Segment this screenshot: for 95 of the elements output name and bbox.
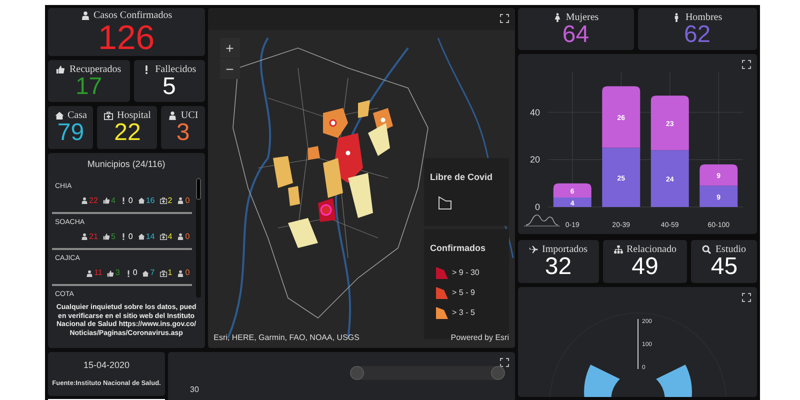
search-icon xyxy=(702,245,712,254)
plane-icon xyxy=(528,245,538,254)
stat-value: 0 xyxy=(128,232,133,241)
stat-value: 7 xyxy=(150,269,155,278)
home-icon xyxy=(138,233,145,240)
zoom-in-button[interactable]: + xyxy=(220,38,240,58)
scrollbar[interactable] xyxy=(196,178,201,298)
stat-value: 4 xyxy=(168,232,172,241)
expand-icon[interactable] xyxy=(500,14,509,23)
stat-value: 11 xyxy=(94,269,102,278)
stat-label: UCI xyxy=(180,110,198,121)
panel-title: Municipios (24/116) xyxy=(87,159,166,169)
person-icon xyxy=(177,233,184,240)
stat-label: Casa xyxy=(68,110,87,121)
legend-title: Libre de Covid xyxy=(430,172,493,182)
map-attribution: Esri, HERE, Garmin, FAO, NOAA, USGS xyxy=(214,332,360,344)
stat-value: 5 xyxy=(110,232,116,241)
female-figure-icon xyxy=(552,12,562,22)
thumbs-up-icon xyxy=(102,197,110,204)
stat-value: 126 xyxy=(98,20,155,54)
district-shape xyxy=(358,100,370,118)
stat-value: 1 xyxy=(168,269,172,278)
report-date: 15-04-2020 xyxy=(83,359,130,372)
stat-value: 21 xyxy=(89,232,98,241)
stat-label: Relacionado xyxy=(626,244,676,255)
district-shape xyxy=(308,146,320,160)
hierarchy-icon xyxy=(614,245,622,254)
stat-value: 45 xyxy=(710,255,738,279)
medical-kit-icon xyxy=(160,233,167,240)
axis-tick-label: 40 xyxy=(530,107,540,118)
stat-value: 17 xyxy=(75,74,102,98)
stat-label: Recuperados xyxy=(69,64,122,74)
legend-label: > 9 - 30 xyxy=(452,267,480,279)
home-icon xyxy=(138,197,145,204)
stat-label: Casos Confirmados xyxy=(94,10,172,20)
stat-label: Estudio xyxy=(715,244,746,255)
person-icon xyxy=(177,270,184,277)
district-shape xyxy=(368,123,390,156)
stat-value: 0 xyxy=(128,196,133,205)
home-icon xyxy=(142,270,150,277)
stat-value: 32 xyxy=(544,255,572,279)
person-icon xyxy=(80,10,90,20)
stat-value: 4 xyxy=(110,196,116,205)
stat-value: 14 xyxy=(146,232,155,241)
stat-value: 49 xyxy=(632,255,658,279)
stat-value: 3 xyxy=(115,269,120,278)
medical-kit-icon xyxy=(104,111,113,120)
stat-value: 0 xyxy=(185,269,190,278)
person-icon xyxy=(81,197,88,204)
case-marker xyxy=(328,119,336,127)
stat-label: Mujeres xyxy=(566,12,599,22)
curve-icon xyxy=(524,214,560,226)
person-icon xyxy=(86,270,94,277)
stat-value: 79 xyxy=(57,121,84,145)
stat-value: 5 xyxy=(162,74,176,98)
stat-value: 3 xyxy=(176,121,190,145)
zoom-out-button[interactable]: − xyxy=(220,59,240,79)
axis-tick-label: 0 xyxy=(534,202,540,212)
stat-value: 0 xyxy=(132,269,138,278)
case-marker xyxy=(344,149,352,157)
stat-value: 62 xyxy=(684,22,711,46)
case-marker xyxy=(378,116,386,124)
stat-label: Hospital xyxy=(117,110,151,121)
medical-kit-icon xyxy=(160,270,167,277)
zoom-scrollbar[interactable] xyxy=(350,366,505,380)
axis-tick-label: 30 xyxy=(190,386,199,394)
expand-icon[interactable] xyxy=(742,60,751,69)
stat-label: Hombres xyxy=(685,12,722,22)
district-shape xyxy=(348,173,373,218)
thumbs-up-icon xyxy=(102,233,110,240)
expand-icon[interactable] xyxy=(742,293,751,302)
home-icon xyxy=(54,111,64,120)
stat-value: 2 xyxy=(168,196,172,205)
stat-value: 0 xyxy=(185,232,190,241)
person-icon xyxy=(81,233,88,240)
stat-value: 22 xyxy=(89,196,98,205)
legend-label: > 5 - 9 xyxy=(452,287,475,299)
thumbs-up-icon xyxy=(56,64,66,74)
stat-label: Importados xyxy=(542,244,588,255)
person-icon xyxy=(177,197,184,204)
thumbs-up-icon xyxy=(107,270,114,277)
outline-shape-icon xyxy=(438,196,452,210)
legend-label: > 3 - 5 xyxy=(452,307,475,319)
map-attribution: Powered by Esri xyxy=(450,332,509,344)
stat-value: 16 xyxy=(146,196,155,205)
medical-kit-icon xyxy=(160,197,167,204)
stat-value: 22 xyxy=(114,121,141,145)
axis-tick-label: 20 xyxy=(530,154,540,165)
expand-icon[interactable] xyxy=(500,358,509,367)
stat-label: Fallecidos xyxy=(155,64,196,74)
stat-value: 64 xyxy=(562,22,590,46)
legend-title: Confirmados xyxy=(430,243,486,253)
case-marker xyxy=(320,204,332,216)
person-icon xyxy=(168,111,177,120)
stat-value: 0 xyxy=(185,196,190,205)
